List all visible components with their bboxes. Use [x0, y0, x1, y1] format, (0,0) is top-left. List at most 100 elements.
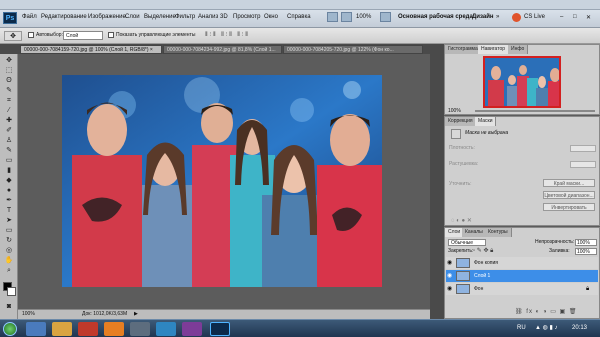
- path-select-tool-icon[interactable]: ➤: [3, 216, 15, 225]
- menu-3d[interactable]: 3D: [220, 14, 228, 20]
- layers-footer-icons[interactable]: ⛓ fx ◐ ◑ ▭ ▣ 🗑︎: [515, 308, 578, 315]
- photoshop-taskbar-icon[interactable]: [210, 322, 230, 336]
- shape-tool-icon[interactable]: ▭: [3, 226, 15, 235]
- photoshop-logo[interactable]: Ps: [3, 12, 17, 24]
- layer-row[interactable]: ◉ Фон 🔒︎: [446, 283, 598, 295]
- tab-masks[interactable]: Маски: [475, 117, 497, 126]
- ie-icon[interactable]: [26, 322, 46, 336]
- cslive-icon[interactable]: [512, 13, 521, 22]
- tab-navigator[interactable]: Навигатор: [478, 45, 510, 54]
- tab-doc-3[interactable]: 00000-000-7084205-720.jpg @ 122% (Фон ко…: [283, 45, 423, 54]
- crop-tool-icon[interactable]: ⌗: [3, 96, 15, 105]
- navigator-zoom-slider[interactable]: [475, 110, 595, 112]
- menu-file[interactable]: Файл: [22, 14, 37, 20]
- tab-histogram[interactable]: Гистограмма: [445, 45, 482, 54]
- autoselect-checkbox[interactable]: [28, 32, 34, 38]
- menu-select[interactable]: Выделение: [144, 14, 176, 20]
- stamp-tool-icon[interactable]: ♙: [3, 136, 15, 145]
- cslive-label[interactable]: CS Live: [524, 14, 545, 20]
- type-tool-icon[interactable]: T: [3, 206, 15, 215]
- close-button[interactable]: ✕: [586, 14, 591, 21]
- blur-tool-icon[interactable]: ◆: [3, 176, 15, 185]
- layer-row[interactable]: ◉ Фон копия: [446, 257, 598, 269]
- menu-analysis[interactable]: Анализ: [198, 14, 218, 20]
- chevron-right-icon[interactable]: »: [496, 14, 499, 20]
- browser-icon[interactable]: [156, 322, 176, 336]
- start-button[interactable]: [3, 322, 17, 336]
- brush-tool-icon[interactable]: ✐: [3, 126, 15, 135]
- align-icons[interactable]: ⫴⫶⫴ ⫴⫶⫴ ⫴⫶⫴: [205, 32, 250, 39]
- lock-icons[interactable]: ▫ ✎ ✥ 🔒︎: [473, 247, 493, 255]
- 3d-rotate-tool-icon[interactable]: ↻: [3, 236, 15, 245]
- invert-button[interactable]: Инвертировать: [543, 203, 595, 211]
- layer-name[interactable]: Фон копия: [474, 257, 498, 269]
- workspace-main[interactable]: Основная рабочая среда: [398, 14, 473, 20]
- media-icon[interactable]: [104, 322, 124, 336]
- tab-paths[interactable]: Контуры: [485, 228, 512, 237]
- arrange-icon[interactable]: [380, 12, 391, 22]
- quick-select-tool-icon[interactable]: ✎: [3, 86, 15, 95]
- mask-edge-button[interactable]: Край маски...: [543, 179, 595, 187]
- eye-icon[interactable]: ◉: [447, 257, 452, 269]
- maximize-button[interactable]: □: [573, 14, 577, 20]
- clock[interactable]: 20:13: [572, 325, 587, 331]
- bridge-icon[interactable]: [327, 12, 338, 22]
- language-indicator[interactable]: RU: [517, 325, 526, 331]
- minimize-button[interactable]: –: [560, 14, 563, 20]
- quick-mask-icon[interactable]: ◙: [3, 302, 15, 311]
- viewer-icon[interactable]: [182, 322, 202, 336]
- tab-doc-1[interactable]: 00000-000-7084159-720.jpg @ 100% (Слой 1…: [20, 45, 162, 54]
- opera-icon[interactable]: [78, 322, 98, 336]
- eye-icon[interactable]: ◉: [447, 270, 452, 282]
- marquee-tool-icon[interactable]: ⬚: [3, 66, 15, 75]
- move-tool-icon[interactable]: ✥: [3, 56, 15, 65]
- dodge-tool-icon[interactable]: ●: [3, 186, 15, 195]
- menu-layers[interactable]: Слои: [125, 14, 140, 20]
- menu-image[interactable]: Изображение: [88, 14, 126, 20]
- eyedropper-tool-icon[interactable]: ⁄: [3, 106, 15, 115]
- color-range-button[interactable]: Цветовой диапазон...: [543, 191, 595, 199]
- mask-footer-icons[interactable]: ◌ ◐ ● ✕: [451, 217, 472, 224]
- opacity-field[interactable]: 100%: [575, 239, 597, 246]
- app-icon[interactable]: [130, 322, 150, 336]
- layer-name[interactable]: Фон: [474, 283, 483, 295]
- pen-tool-icon[interactable]: ✒: [3, 196, 15, 205]
- tab-adjustments[interactable]: Коррекция: [445, 117, 477, 126]
- blend-mode-select[interactable]: Обычные: [448, 239, 486, 246]
- navigator-zoom[interactable]: 100%: [448, 108, 461, 114]
- tray-icons[interactable]: ▲ ◍ ▮ ♪: [535, 324, 557, 331]
- menu-filter[interactable]: Фильтр: [175, 14, 195, 20]
- layer-name[interactable]: Слой 1: [474, 270, 490, 282]
- menu-view[interactable]: Просмотр: [233, 14, 260, 20]
- status-zoom[interactable]: 100%: [22, 311, 35, 317]
- document-photo[interactable]: [62, 75, 382, 287]
- autoselect-dropdown[interactable]: Слой: [63, 31, 103, 40]
- 3d-orbit-tool-icon[interactable]: ◎: [3, 246, 15, 255]
- eye-icon[interactable]: ◉: [447, 283, 452, 295]
- minibridge-icon[interactable]: [341, 12, 352, 22]
- gradient-tool-icon[interactable]: ▮: [3, 166, 15, 175]
- menu-edit[interactable]: Редактирование: [41, 14, 87, 20]
- navigator-thumbnail[interactable]: [483, 56, 561, 108]
- show-controls-checkbox[interactable]: [108, 32, 114, 38]
- menu-help[interactable]: Справка: [287, 14, 311, 20]
- menu-window[interactable]: Окно: [264, 14, 278, 20]
- lasso-tool-icon[interactable]: ʘ: [3, 76, 15, 85]
- workspace-design[interactable]: Дизайн: [472, 14, 494, 20]
- history-brush-tool-icon[interactable]: ✎: [3, 146, 15, 155]
- background-color-swatch[interactable]: [7, 287, 16, 296]
- hand-tool-icon[interactable]: ✋: [3, 256, 15, 265]
- tab-doc-2[interactable]: 00000-000-7084234-992.jpg @ 81,8% (Слой …: [163, 45, 282, 54]
- status-arrow-icon[interactable]: ▶: [134, 311, 138, 317]
- zoom-tool-icon[interactable]: ⌕: [3, 266, 15, 275]
- healing-tool-icon[interactable]: ✚: [3, 116, 15, 125]
- eraser-tool-icon[interactable]: ▭: [3, 156, 15, 165]
- layer-row-selected[interactable]: ◉ Слой 1: [446, 270, 598, 282]
- explorer-icon[interactable]: [52, 322, 72, 336]
- zoom-level[interactable]: 100%: [356, 14, 371, 20]
- feather-field[interactable]: [570, 161, 596, 168]
- tab-info[interactable]: Инфо: [508, 45, 529, 54]
- tab-channels[interactable]: Каналы: [462, 228, 487, 237]
- move-tool-preset-icon[interactable]: ✥: [4, 31, 22, 41]
- density-field[interactable]: [570, 145, 596, 152]
